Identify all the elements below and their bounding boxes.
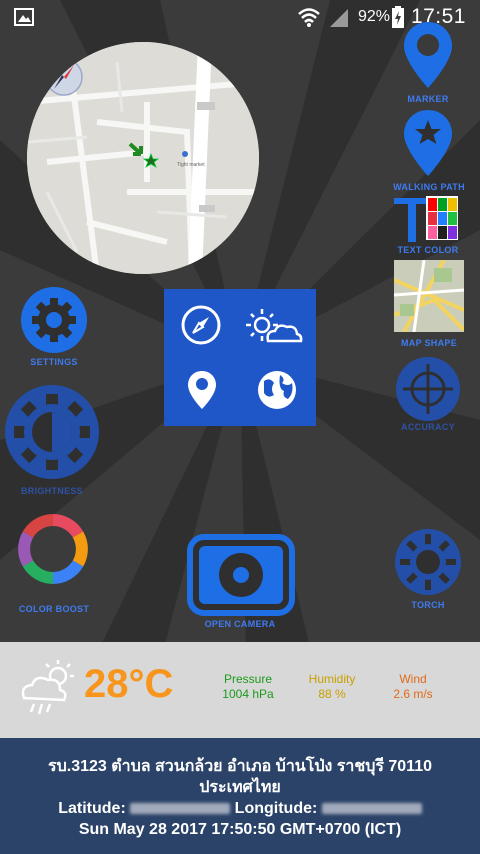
coordinates-line: Latitude: Longitude: (0, 798, 480, 819)
open-camera-label[interactable]: OPEN CAMERA (180, 619, 300, 629)
map-compass-icon[interactable] (44, 57, 84, 97)
pressure-block: Pressure 1004 hPa (203, 672, 293, 702)
wifi-icon (298, 8, 320, 27)
address-line-2: ประเทศไทย (199, 779, 281, 796)
map-shape-label[interactable]: MAP SHAPE (388, 338, 470, 348)
settings-label[interactable]: SETTINGS (14, 357, 94, 367)
text-color-icon[interactable] (394, 194, 462, 244)
weather-rain-icon (21, 660, 74, 715)
quick-actions-tile (164, 289, 316, 426)
color-boost-label[interactable]: COLOR BOOST (6, 604, 102, 614)
torch-icon[interactable] (394, 528, 462, 596)
accuracy-label[interactable]: ACCURACY (388, 422, 468, 432)
latitude-value-redacted (130, 803, 231, 815)
compass-icon[interactable] (181, 305, 221, 345)
humidity-value: 88 % (318, 687, 346, 701)
walking-path-icon[interactable] (402, 108, 454, 178)
address-line-1: รบ.3123 ตำบล สวนกล้วย อำเภอ บ้านโป่ง ราช… (48, 758, 432, 775)
gallery-icon (14, 8, 34, 26)
map-shape-icon[interactable] (394, 260, 464, 332)
svg-text:Tight market: Tight market (177, 162, 205, 168)
accuracy-icon[interactable] (395, 356, 461, 422)
pressure-value: 1004 hPa (222, 687, 274, 701)
weather-panel: 28°C Pressure 1004 hPa Humidity 88 % Win… (0, 642, 480, 738)
wind-block: Wind 2.6 m/s (368, 672, 458, 702)
datetime-line: Sun May 28 2017 17:50:50 GMT+0700 (ICT) (78, 821, 402, 838)
humidity-block: Humidity 88 % (287, 672, 377, 702)
pressure-label: Pressure (223, 672, 273, 686)
globe-icon[interactable] (256, 369, 298, 411)
temperature-value: 28°C (84, 662, 174, 706)
humidity-label: Humidity (308, 672, 356, 686)
brightness-label[interactable]: BRIGHTNESS (10, 486, 94, 496)
mini-map[interactable]: Tight market (27, 42, 259, 274)
brightness-icon[interactable] (4, 384, 100, 480)
torch-label[interactable]: TORCH (388, 600, 468, 610)
battery-percentage: 92% (358, 8, 391, 25)
longitude-value-redacted (321, 803, 422, 815)
camera-icon[interactable] (187, 534, 295, 616)
wind-label: Wind (399, 672, 427, 686)
location-pin-icon[interactable] (186, 369, 218, 411)
marker-label[interactable]: MARKER (400, 94, 456, 104)
marker-icon[interactable] (402, 20, 454, 90)
text-color-label[interactable]: TEXT COLOR (390, 245, 466, 255)
signal-icon (330, 9, 348, 27)
address-panel: รบ.3123 ตำบล สวนกล้วย อำเภอ บ้านโป่ง ราช… (0, 738, 480, 854)
wind-value: 2.6 m/s (393, 687, 433, 701)
settings-icon[interactable] (20, 286, 88, 354)
longitude-label: Longitude: (234, 800, 318, 817)
location-marker-icon (128, 142, 160, 168)
latitude-label: Latitude: (58, 800, 126, 817)
color-boost-icon[interactable] (18, 514, 88, 584)
weather-partly-cloudy-icon[interactable] (244, 307, 304, 347)
walking-path-label[interactable]: WALKING PATH (384, 182, 474, 192)
